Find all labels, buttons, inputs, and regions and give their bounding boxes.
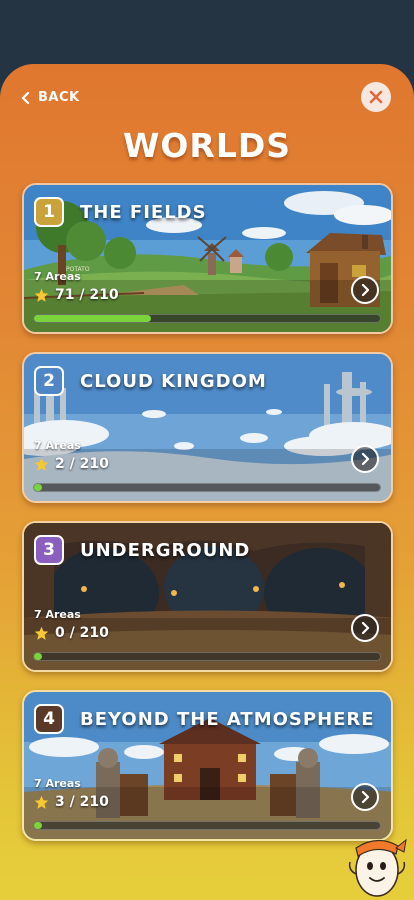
world-progress-fill (34, 822, 42, 829)
close-button[interactable] (361, 82, 391, 112)
potato-mascot-icon (348, 838, 407, 897)
world-stars-value: 2 / 210 (55, 456, 109, 472)
world-areas-count: 7 Areas (34, 439, 81, 452)
world-title: BEYOND THE ATMOSPHERE (80, 709, 375, 730)
world-areas-count: 7 Areas (34, 777, 81, 790)
close-icon (369, 90, 383, 104)
world-progress-fill (34, 315, 151, 322)
world-progress-bar (33, 652, 381, 661)
world-card-beyond-the-atmosphere[interactable]: 4 BEYOND THE ATMOSPHERE 7 Areas 3 / 210 (22, 690, 393, 841)
worlds-sheet: BACK WORLDS POTATO 1 THE FIELDS 7 Areas … (0, 64, 414, 900)
world-stars-value: 0 / 210 (55, 625, 109, 641)
chevron-left-icon (21, 91, 30, 104)
world-progress-fill (34, 653, 42, 660)
world-number-badge: 3 (34, 535, 64, 565)
open-world-button[interactable] (351, 783, 379, 811)
star-icon (34, 626, 49, 640)
world-title: CLOUD KINGDOM (80, 371, 267, 392)
world-progress-fill (34, 484, 42, 491)
world-title: UNDERGROUND (80, 540, 251, 561)
world-title: THE FIELDS (80, 202, 207, 223)
world-stars: 71 / 210 (34, 287, 119, 303)
world-progress-bar (33, 483, 381, 492)
chevron-right-icon (361, 284, 370, 296)
back-label: BACK (38, 90, 80, 105)
star-icon (34, 457, 49, 471)
chevron-right-icon (361, 622, 370, 634)
chevron-right-icon (361, 791, 370, 803)
world-number-badge: 4 (34, 704, 64, 734)
world-stars: 2 / 210 (34, 456, 109, 472)
page-title: WORLDS (122, 126, 292, 165)
world-stars-value: 3 / 210 (55, 794, 109, 810)
world-stars: 0 / 210 (34, 625, 109, 641)
world-card-cloud-kingdom[interactable]: 2 CLOUD KINGDOM 7 Areas 2 / 210 (22, 352, 393, 503)
open-world-button[interactable] (351, 445, 379, 473)
star-icon (34, 795, 49, 809)
open-world-button[interactable] (351, 614, 379, 642)
world-number-badge: 2 (34, 366, 64, 396)
world-areas-count: 7 Areas (34, 608, 81, 621)
world-card-the-fields[interactable]: POTATO 1 THE FIELDS 7 Areas 71 / 210 (22, 183, 393, 334)
chevron-right-icon (361, 453, 370, 465)
world-number-badge: 1 (34, 197, 64, 227)
world-progress-bar (33, 314, 381, 323)
world-areas-count: 7 Areas (34, 270, 81, 283)
star-icon (34, 288, 49, 302)
world-stars: 3 / 210 (34, 794, 109, 810)
open-world-button[interactable] (351, 276, 379, 304)
world-progress-bar (33, 821, 381, 830)
back-button[interactable]: BACK (20, 90, 80, 105)
world-card-underground[interactable]: 3 UNDERGROUND 7 Areas 0 / 210 (22, 521, 393, 672)
world-stars-value: 71 / 210 (55, 287, 119, 303)
